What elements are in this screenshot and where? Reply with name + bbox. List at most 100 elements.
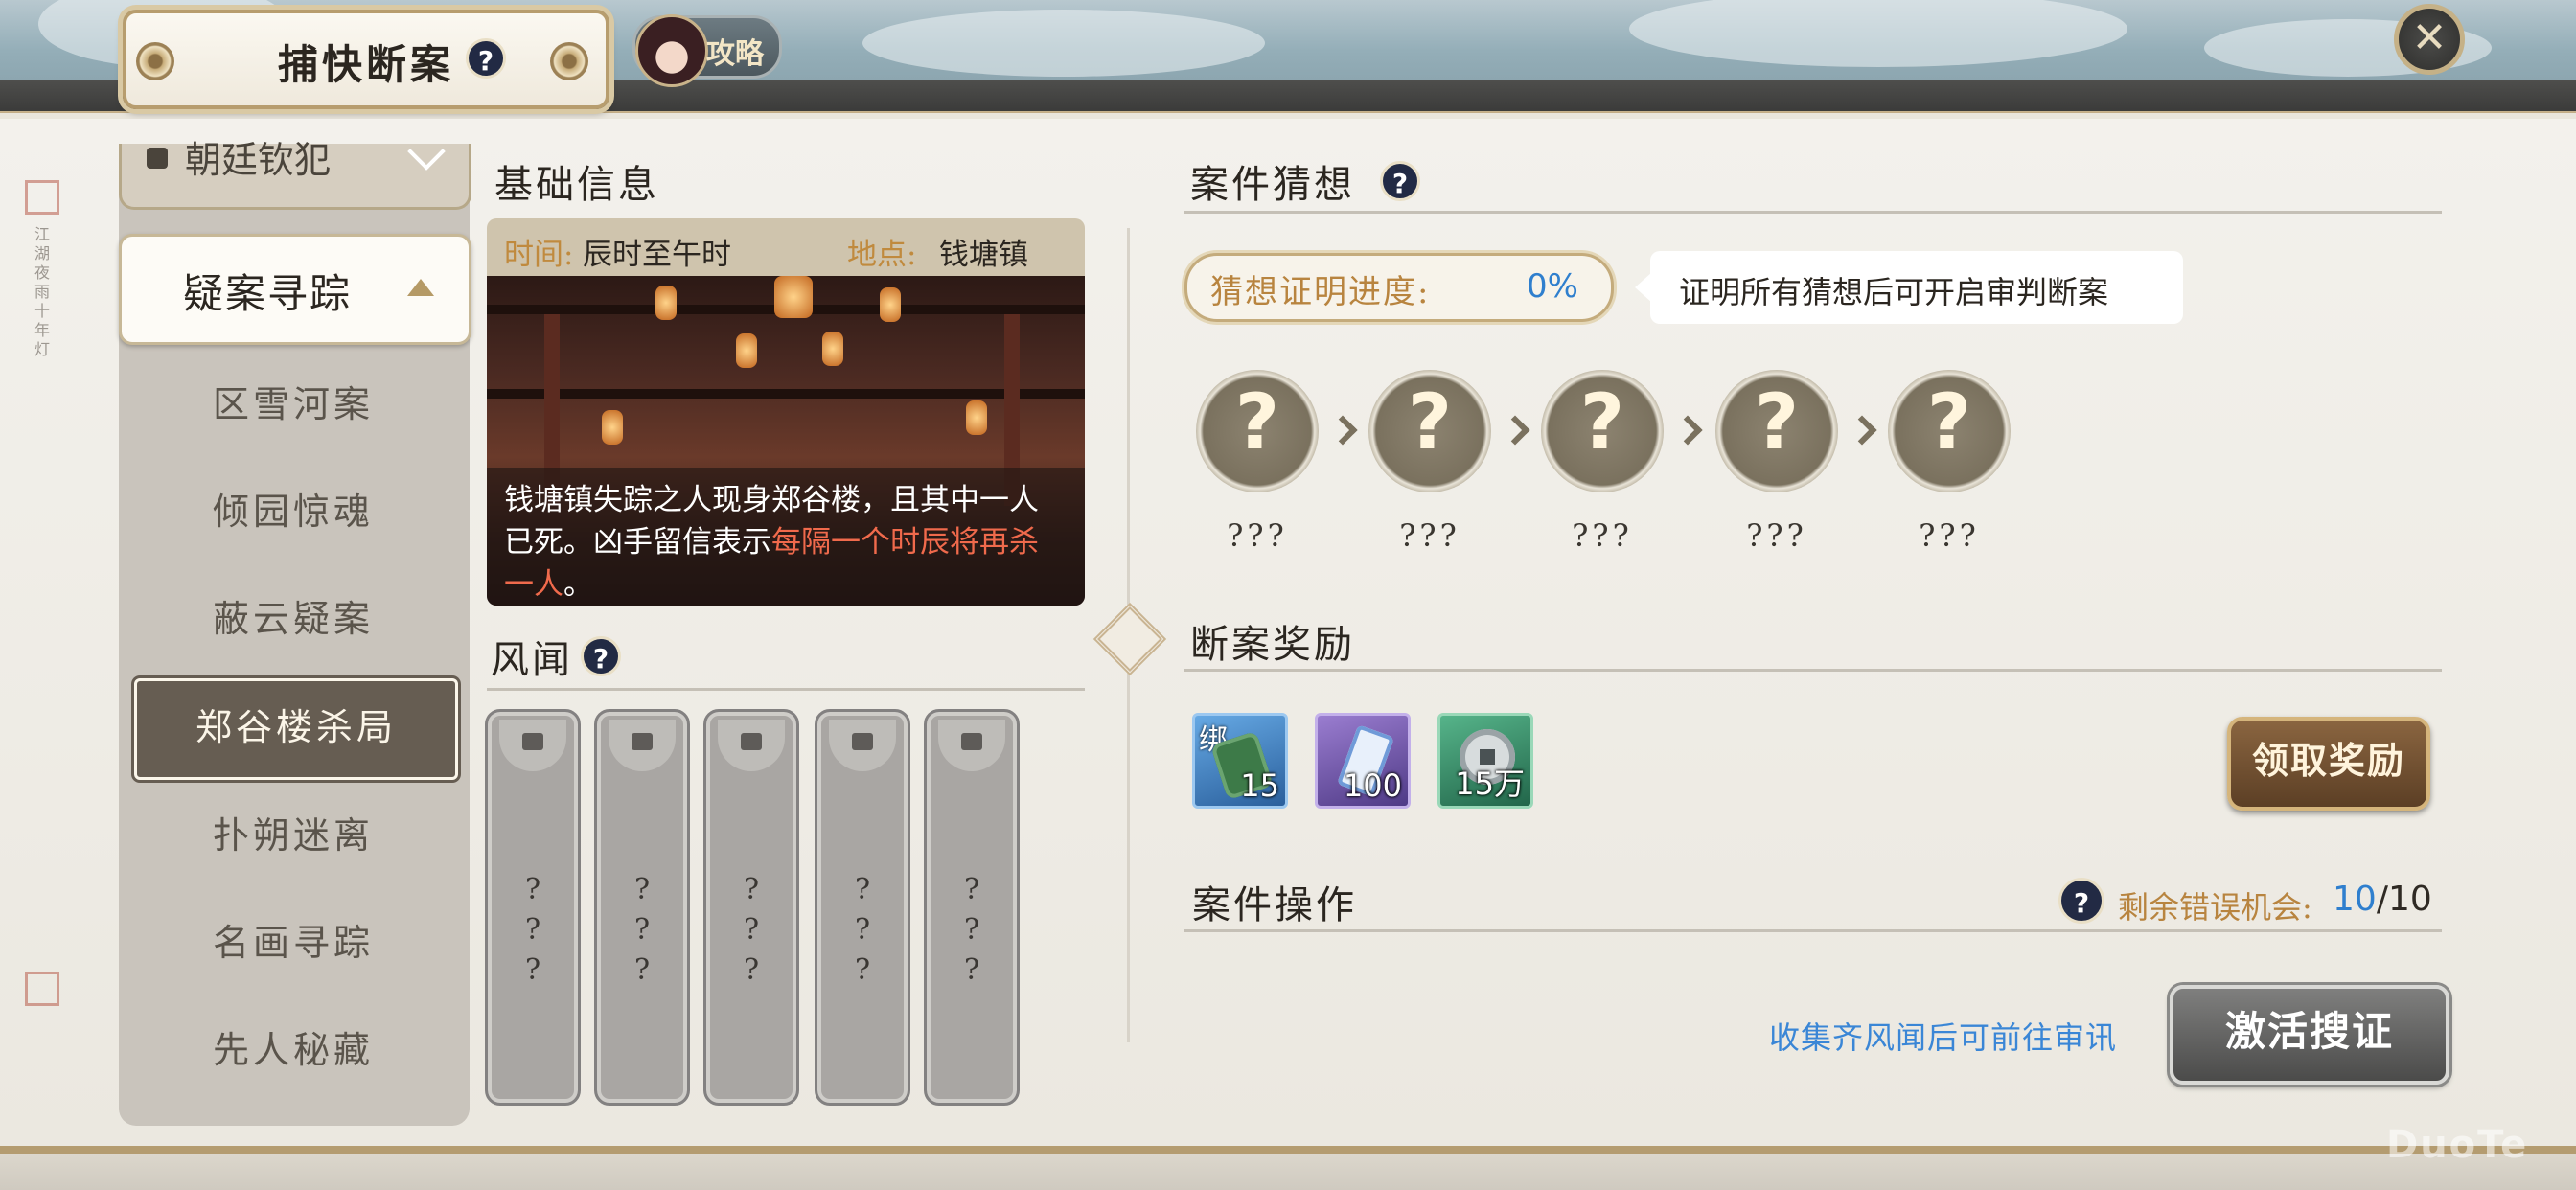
- case-item[interactable]: 区雪河案: [134, 356, 452, 452]
- guess-progress: 猜想证明进度: 0%: [1184, 253, 1614, 322]
- lock-icon: [961, 733, 982, 750]
- guess-label: ???: [1919, 517, 1980, 554]
- lock-icon: [632, 733, 653, 750]
- rumor-card[interactable]: ???: [924, 709, 1020, 1106]
- lantern-icon: [736, 333, 757, 368]
- guide-label: 攻略: [706, 37, 764, 71]
- decorative-calligraphy: 江湖夜雨十年灯: [32, 226, 50, 360]
- rumor-unknown-text: ?: [854, 913, 871, 947]
- question-mark-icon: ?: [1579, 378, 1625, 467]
- section-divider: [487, 688, 1085, 691]
- case-item[interactable]: 先人秘藏: [134, 1002, 452, 1098]
- rumor-unknown-text: ?: [524, 913, 541, 947]
- hint-text: 证明所有猜想后可开启审判断案: [1679, 274, 2109, 310]
- case-item-selected[interactable]: 郑谷楼杀局: [134, 678, 458, 780]
- reward-jade-token-icon[interactable]: 绑 15: [1192, 713, 1288, 809]
- knot-ornament-icon: [550, 42, 588, 80]
- guess-label: ???: [1227, 517, 1288, 554]
- lantern-icon: [880, 287, 901, 322]
- rumor-unknown-text: ?: [743, 873, 760, 906]
- knot-ornament-icon: [136, 42, 174, 80]
- rumors-help-icon[interactable]: ?: [581, 636, 621, 676]
- rumor-unknown-text: ?: [633, 913, 651, 947]
- title-plaque: 捕快断案 ?: [123, 10, 610, 109]
- rumor-unknown-text: ?: [963, 873, 980, 906]
- guess-label: ???: [1746, 517, 1807, 554]
- question-mark-icon: ?: [1234, 378, 1280, 467]
- rewards-title: 断案奖励: [1190, 623, 1355, 667]
- page-title: 捕快断案: [278, 41, 455, 88]
- case-item[interactable]: 名画寻踪: [134, 895, 452, 991]
- rumor-card[interactable]: ???: [594, 709, 690, 1106]
- category-open[interactable]: 疑案寻踪: [119, 234, 472, 345]
- case-item[interactable]: 倾园惊魂: [134, 464, 452, 560]
- seal-stamp: [25, 180, 59, 215]
- rumor-unknown-text: ?: [524, 873, 541, 906]
- lantern-icon: [822, 332, 843, 366]
- lock-icon: [147, 148, 168, 169]
- lock-icon: [741, 733, 762, 750]
- lock-icon: [852, 733, 873, 750]
- rumors-title: 风闻: [491, 638, 573, 682]
- rumor-card[interactable]: ???: [703, 709, 799, 1106]
- lantern-icon: [602, 410, 623, 445]
- case-item[interactable]: 扑朔迷离: [134, 788, 452, 883]
- basic-info-title: 基础信息: [494, 163, 659, 207]
- category-open-label: 疑案寻踪: [183, 270, 353, 317]
- rumor-unknown-text: ?: [743, 953, 760, 987]
- title-help-icon[interactable]: ?: [466, 38, 506, 79]
- time-label: 时间:: [504, 238, 574, 272]
- collect-hint: 收集齐风闻后可前往审讯: [1769, 1019, 2118, 1056]
- collapse-triangle-icon: [407, 279, 434, 296]
- question-mark-icon: ?: [1407, 378, 1453, 467]
- reward-count: 15: [1240, 767, 1279, 804]
- chances-value: 10/10: [2333, 880, 2432, 919]
- rumor-unknown-text: ?: [633, 953, 651, 987]
- guess-slot[interactable]: ?: [1715, 370, 1838, 492]
- guide-avatar: [635, 14, 708, 87]
- guess-label: ???: [1572, 517, 1633, 554]
- rumor-card[interactable]: ???: [485, 709, 581, 1106]
- operations-title: 案件操作: [1192, 883, 1357, 927]
- rumor-card[interactable]: ???: [815, 709, 910, 1106]
- case-description: 钱塘镇失踪之人现身郑谷楼，且其中一人已死。凶手留信表示每隔一个时辰将再杀一人。: [487, 468, 1085, 606]
- guide-button[interactable]: 攻略: [632, 14, 782, 87]
- scene-illustration: 钱塘镇失踪之人现身郑谷楼，且其中一人已死。凶手留信表示每隔一个时辰将再杀一人。: [487, 276, 1085, 606]
- bottom-bar: [0, 1146, 2576, 1190]
- chances-label: 剩余错误机会:: [2118, 889, 2312, 926]
- reward-count: 15万: [1455, 766, 1525, 802]
- cloud-decoration: [862, 10, 1265, 77]
- info-bar: 时间: 辰时至午时 地点: 钱塘镇: [487, 218, 1085, 276]
- case-guess-title: 案件猜想: [1190, 163, 1355, 207]
- case-item[interactable]: 蔽云疑案: [134, 571, 452, 667]
- seal-stamp: [25, 972, 59, 1006]
- rumor-unknown-text: ?: [854, 953, 871, 987]
- lantern-icon: [774, 276, 813, 318]
- rumor-unknown-text: ?: [524, 953, 541, 987]
- hint-bubble: 证明所有猜想后可开启审判断案: [1635, 251, 2183, 324]
- activate-search-button[interactable]: 激活搜证: [2170, 985, 2450, 1085]
- chances-help-icon[interactable]: ?: [2058, 878, 2104, 924]
- chances-total: /10: [2376, 880, 2432, 919]
- reward-coin-icon[interactable]: 15万: [1438, 713, 1533, 809]
- rumor-unknown-text: ?: [633, 873, 651, 906]
- header-gold-line: [0, 111, 2576, 113]
- guess-slot[interactable]: ?: [1196, 370, 1319, 492]
- claim-reward-button[interactable]: 领取奖励: [2227, 717, 2430, 811]
- guess-slot[interactable]: ?: [1888, 370, 2011, 492]
- category-locked[interactable]: 朝廷钦犯: [119, 132, 472, 210]
- close-button[interactable]: ✕: [2394, 4, 2465, 75]
- chances-current: 10: [2333, 880, 2377, 919]
- guess-slot[interactable]: ?: [1541, 370, 1664, 492]
- guess-slot[interactable]: ?: [1368, 370, 1491, 492]
- lantern-icon: [966, 400, 987, 435]
- section-divider: [1184, 211, 2442, 214]
- section-divider: [1184, 669, 2442, 672]
- progress-label: 猜想证明进度:: [1210, 273, 1431, 311]
- reward-scroll-icon[interactable]: 100: [1315, 713, 1411, 809]
- case-guess-help-icon[interactable]: ?: [1380, 161, 1420, 201]
- time-value: 辰时至午时: [583, 238, 731, 272]
- lantern-icon: [656, 286, 677, 320]
- question-mark-icon: ?: [1926, 378, 1972, 467]
- description-end: 。: [564, 567, 593, 602]
